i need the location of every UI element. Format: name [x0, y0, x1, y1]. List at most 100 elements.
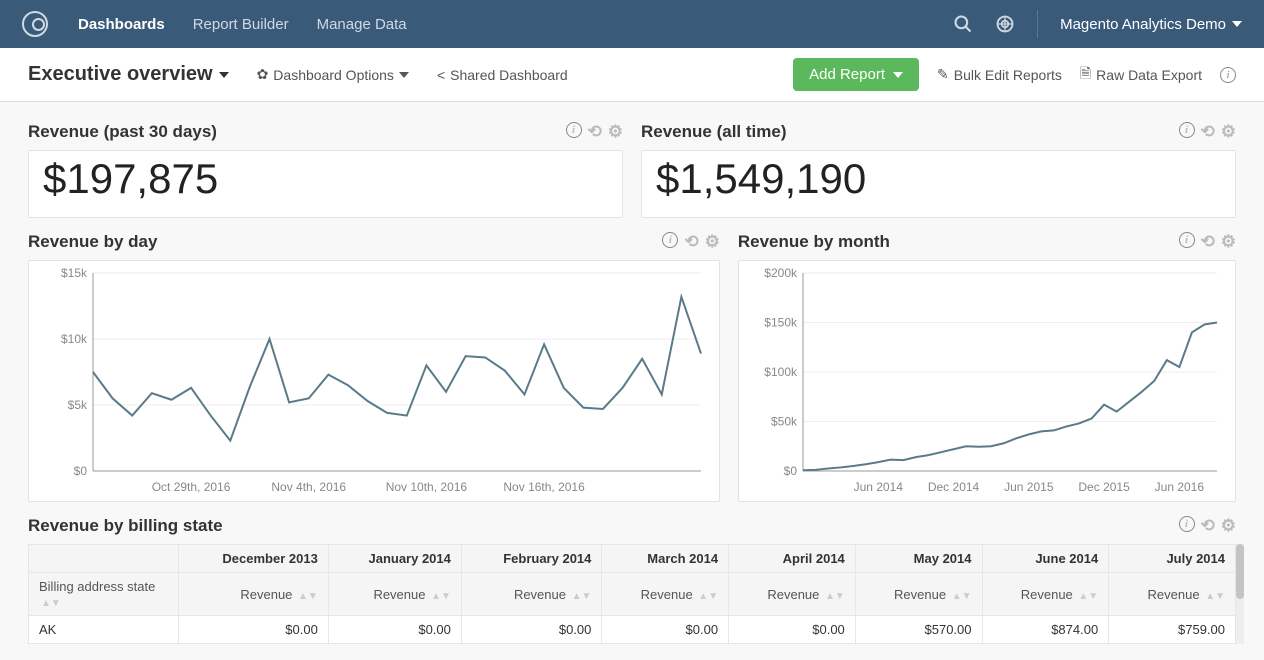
account-menu[interactable]: Magento Analytics Demo — [1060, 16, 1242, 33]
column-header[interactable]: April 2014 — [729, 545, 856, 573]
card-revenue-by-state: Revenue by billing state i ⟲ December 20… — [28, 512, 1236, 644]
gear-icon[interactable] — [608, 122, 623, 142]
svg-text:$100k: $100k — [764, 365, 798, 379]
card-title: Revenue by billing state — [28, 516, 223, 536]
card-title: Revenue by day — [28, 232, 157, 252]
sub-header[interactable]: Revenue ▲▼ — [179, 573, 329, 616]
column-header[interactable]: January 2014 — [328, 545, 461, 573]
gear-icon[interactable] — [1221, 232, 1236, 252]
value-cell: $0.00 — [729, 616, 856, 644]
value-cell: $0.00 — [179, 616, 329, 644]
top-nav: Dashboards Report Builder Manage Data Ma… — [0, 0, 1264, 48]
file-icon: 🗎 — [1080, 63, 1091, 87]
info-icon[interactable]: i — [1179, 122, 1195, 138]
card-title: Revenue (past 30 days) — [28, 122, 217, 142]
state-cell: AK — [29, 616, 179, 644]
info-icon[interactable]: i — [566, 122, 582, 138]
svg-text:$150k: $150k — [764, 316, 798, 330]
sub-header[interactable]: Revenue ▲▼ — [982, 573, 1109, 616]
dashboard-content: Revenue (past 30 days) i ⟲ $197,875 Reve… — [0, 102, 1264, 660]
value-cell: $759.00 — [1109, 616, 1236, 644]
card-title: Revenue (all time) — [641, 122, 787, 142]
help-icon[interactable] — [995, 14, 1015, 34]
info-icon[interactable]: i — [1179, 232, 1195, 248]
share-icon: < — [437, 67, 445, 83]
dashboard-toolbar: Executive overview ✿ Dashboard Options <… — [0, 48, 1264, 102]
svg-text:$50k: $50k — [771, 415, 798, 429]
refresh-icon[interactable]: ⟲ — [1201, 122, 1215, 142]
edit-icon: ✎ — [937, 66, 949, 83]
nav-divider — [1037, 10, 1038, 38]
account-name: Magento Analytics Demo — [1060, 16, 1226, 33]
refresh-icon[interactable]: ⟲ — [588, 122, 602, 142]
column-header[interactable]: March 2014 — [602, 545, 729, 573]
svg-text:Jun 2015: Jun 2015 — [1004, 480, 1054, 494]
card-revenue-by-day: Revenue by day i ⟲ Revenue$0$5k$10k$15kO… — [28, 228, 720, 502]
refresh-icon[interactable]: ⟲ — [1201, 516, 1215, 536]
refresh-icon[interactable]: ⟲ — [1201, 232, 1215, 252]
value-cell: $570.00 — [855, 616, 982, 644]
svg-text:Nov 4th, 2016: Nov 4th, 2016 — [271, 480, 346, 494]
sub-header[interactable]: Revenue ▲▼ — [602, 573, 729, 616]
line-chart: Revenue$0$5k$10k$15kOct 29th, 2016Nov 4t… — [33, 265, 711, 497]
chevron-down-icon — [1232, 21, 1242, 27]
svg-text:$200k: $200k — [764, 266, 798, 280]
svg-text:Dec 2014: Dec 2014 — [928, 480, 980, 494]
svg-text:$0: $0 — [74, 464, 88, 478]
svg-text:Nov 10th, 2016: Nov 10th, 2016 — [386, 480, 468, 494]
gear-icon[interactable] — [1221, 516, 1236, 536]
card-title: Revenue by month — [738, 232, 890, 252]
value-cell: $0.00 — [328, 616, 461, 644]
brand-logo[interactable] — [22, 11, 48, 37]
card-revenue-all: Revenue (all time) i ⟲ $1,549,190 — [641, 118, 1236, 218]
column-header[interactable]: December 2013 — [179, 545, 329, 573]
kpi-value: $1,549,190 — [642, 151, 1235, 217]
kpi-value: $197,875 — [29, 151, 622, 217]
row-header-column[interactable]: Billing address state ▲▼ — [29, 573, 179, 616]
refresh-icon[interactable]: ⟲ — [684, 232, 698, 252]
sub-header[interactable]: Revenue ▲▼ — [729, 573, 856, 616]
table-scrollbar[interactable] — [1236, 544, 1244, 644]
info-icon[interactable]: i — [662, 232, 678, 248]
sub-header[interactable]: Revenue ▲▼ — [328, 573, 461, 616]
add-report-button[interactable]: Add Report — [793, 58, 919, 91]
sub-header[interactable]: Revenue ▲▼ — [461, 573, 602, 616]
column-header[interactable]: June 2014 — [982, 545, 1109, 573]
chevron-down-icon — [893, 72, 903, 78]
revenue-state-table: December 2013January 2014February 2014Ma… — [28, 544, 1236, 644]
column-header[interactable]: May 2014 — [855, 545, 982, 573]
svg-text:Jun 2016: Jun 2016 — [1155, 480, 1205, 494]
table-row: AK$0.00$0.00$0.00$0.00$0.00$570.00$874.0… — [29, 616, 1236, 644]
raw-export-link[interactable]: 🗎 Raw Data Export — [1080, 63, 1202, 87]
shared-dashboard[interactable]: < Shared Dashboard — [437, 67, 568, 83]
info-icon[interactable]: i — [1179, 516, 1195, 532]
primary-nav: Dashboards Report Builder Manage Data — [78, 16, 407, 33]
column-header[interactable]: July 2014 — [1109, 545, 1236, 573]
svg-text:Dec 2015: Dec 2015 — [1078, 480, 1130, 494]
gear-icon[interactable] — [1221, 122, 1236, 142]
svg-text:$15k: $15k — [61, 266, 88, 280]
sub-header[interactable]: Revenue ▲▼ — [1109, 573, 1236, 616]
bulk-edit-link[interactable]: ✎ Bulk Edit Reports — [937, 66, 1062, 83]
svg-text:Nov 16th, 2016: Nov 16th, 2016 — [503, 480, 585, 494]
column-header[interactable]: February 2014 — [461, 545, 602, 573]
svg-text:$5k: $5k — [68, 398, 88, 412]
svg-text:Oct 29th, 2016: Oct 29th, 2016 — [152, 480, 231, 494]
dashboard-options[interactable]: ✿ Dashboard Options — [257, 66, 409, 83]
nav-dashboards[interactable]: Dashboards — [78, 16, 165, 33]
search-icon[interactable] — [953, 14, 973, 34]
sub-header[interactable]: Revenue ▲▼ — [855, 573, 982, 616]
gear-icon[interactable] — [705, 232, 720, 252]
value-cell: $0.00 — [602, 616, 729, 644]
info-icon[interactable]: i — [1220, 67, 1236, 83]
nav-manage-data[interactable]: Manage Data — [317, 16, 407, 33]
nav-report-builder[interactable]: Report Builder — [193, 16, 289, 33]
dashboard-title: Executive overview — [28, 63, 213, 86]
dashboard-switcher[interactable]: Executive overview — [28, 63, 229, 86]
value-cell: $874.00 — [982, 616, 1109, 644]
card-revenue-by-month: Revenue by month i ⟲ Revenue$0$50k$100k$… — [738, 228, 1236, 502]
card-revenue-30d: Revenue (past 30 days) i ⟲ $197,875 — [28, 118, 623, 218]
svg-text:$0: $0 — [784, 464, 798, 478]
svg-text:$10k: $10k — [61, 332, 88, 346]
chevron-down-icon — [219, 72, 229, 78]
